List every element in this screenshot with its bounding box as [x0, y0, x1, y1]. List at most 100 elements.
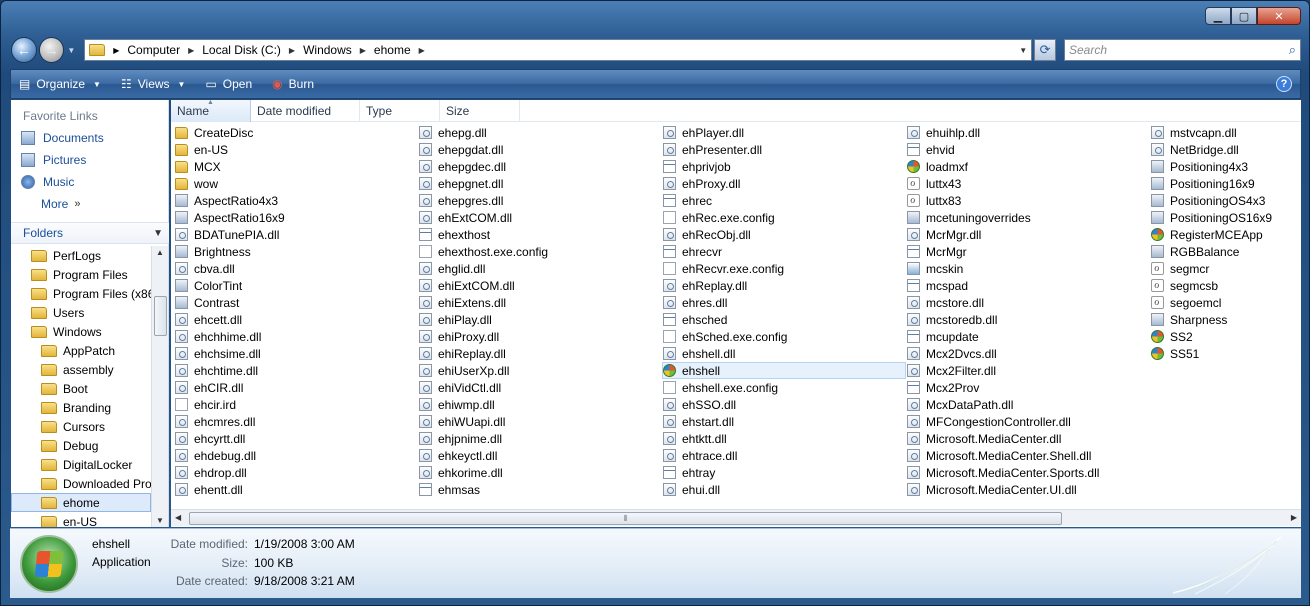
file-item[interactable]: CreateDisc — [175, 124, 419, 141]
file-item[interactable]: ehiProxy.dll — [419, 328, 663, 345]
scroll-right-icon[interactable]: ▶ — [1291, 513, 1297, 522]
file-item[interactable]: PositioningOS16x9 — [1151, 209, 1310, 226]
scrollbar-thumb[interactable]: ⦀ — [189, 512, 1062, 525]
file-item[interactable]: ehui.dll — [663, 481, 907, 498]
file-item[interactable]: ehtktt.dll — [663, 430, 907, 447]
tree-item-perflogs[interactable]: PerfLogs — [11, 246, 151, 265]
file-item[interactable]: ehcyrtt.dll — [175, 430, 419, 447]
file-item[interactable]: Microsoft.MediaCenter.Sports.dll — [907, 464, 1151, 481]
horizontal-scrollbar[interactable]: ◀ ⦀ ▶ — [171, 509, 1301, 526]
close-button[interactable]: ✕ — [1257, 7, 1301, 25]
address-dropdown[interactable]: ▼ — [1015, 46, 1031, 55]
file-item[interactable]: ehRecvr.exe.config — [663, 260, 907, 277]
file-item[interactable]: ehepgdat.dll — [419, 141, 663, 158]
file-item[interactable]: ehexthost — [419, 226, 663, 243]
file-item[interactable]: ehglid.dll — [419, 260, 663, 277]
tree-item-program-files[interactable]: Program Files — [11, 265, 151, 284]
file-item[interactable]: McrMgr — [907, 243, 1151, 260]
file-item[interactable]: luttx83 — [907, 192, 1151, 209]
file-item[interactable]: ehtray — [663, 464, 907, 481]
file-item[interactable]: segoemcl — [1151, 294, 1310, 311]
file-item[interactable]: mcupdate — [907, 328, 1151, 345]
file-item[interactable]: ehrec — [663, 192, 907, 209]
file-item[interactable]: ColorTint — [175, 277, 419, 294]
file-item[interactable]: ehshell.dll — [663, 345, 907, 362]
file-item[interactable]: Mcx2Filter.dll — [907, 362, 1151, 379]
file-item[interactable]: ehkeyctl.dll — [419, 447, 663, 464]
file-item[interactable]: ehiVidCtl.dll — [419, 379, 663, 396]
file-item[interactable]: ehSSO.dll — [663, 396, 907, 413]
breadcrumb-separator[interactable]: ▶ — [419, 46, 433, 55]
breadcrumb-windows[interactable]: Windows — [303, 43, 352, 57]
column-header-name[interactable]: ▲ Name — [171, 99, 251, 122]
breadcrumb-separator[interactable]: ▶ — [188, 46, 202, 55]
file-item[interactable]: ehstart.dll — [663, 413, 907, 430]
file-item[interactable]: Microsoft.MediaCenter.dll — [907, 430, 1151, 447]
more-links-button[interactable]: More » — [11, 193, 168, 215]
file-item[interactable]: ehRecObj.dll — [663, 226, 907, 243]
breadcrumb-separator[interactable]: ▶ — [360, 46, 374, 55]
file-item[interactable]: ehepgres.dll — [419, 192, 663, 209]
file-item[interactable]: ehsched — [663, 311, 907, 328]
file-item[interactable]: SS51 — [1151, 345, 1310, 362]
file-item[interactable]: Mcx2Dvcs.dll — [907, 345, 1151, 362]
file-item[interactable]: RGBBalance — [1151, 243, 1310, 260]
file-item[interactable]: ehiWUapi.dll — [419, 413, 663, 430]
file-item[interactable]: mcstoredb.dll — [907, 311, 1151, 328]
minimize-button[interactable]: ▁ — [1205, 7, 1231, 25]
file-item[interactable]: segmcsb — [1151, 277, 1310, 294]
file-item[interactable]: ehcett.dll — [175, 311, 419, 328]
help-icon[interactable]: ? — [1276, 76, 1292, 92]
tree-item-apppatch[interactable]: AppPatch — [11, 341, 151, 360]
scroll-left-icon[interactable]: ◀ — [175, 513, 181, 522]
breadcrumb-computer[interactable]: Computer — [127, 43, 180, 57]
file-item[interactable]: ehdrop.dll — [175, 464, 419, 481]
tree-item-ehome[interactable]: ehome — [11, 493, 151, 512]
back-button[interactable]: ← — [11, 37, 37, 63]
file-item[interactable]: ehPresenter.dll — [663, 141, 907, 158]
forward-button[interactable]: → — [38, 37, 65, 63]
file-item[interactable]: Positioning4x3 — [1151, 158, 1310, 175]
file-item[interactable]: ehres.dll — [663, 294, 907, 311]
file-item[interactable]: ehcir.ird — [175, 396, 419, 413]
file-item[interactable]: ehvid — [907, 141, 1151, 158]
file-item[interactable]: McxDataPath.dll — [907, 396, 1151, 413]
file-item[interactable]: ehcmres.dll — [175, 413, 419, 430]
file-item[interactable]: ehprivjob — [663, 158, 907, 175]
column-header-date-modified[interactable]: Date modified — [251, 100, 360, 122]
file-item[interactable]: Brightness — [175, 243, 419, 260]
recent-pages-dropdown[interactable]: ▼ — [64, 46, 78, 55]
address-bar[interactable]: ▶ Computer ▶ Local Disk (C:) ▶ Windows ▶… — [84, 39, 1033, 61]
file-item[interactable]: ehexthost.exe.config — [419, 243, 663, 260]
file-item[interactable]: ehRec.exe.config — [663, 209, 907, 226]
file-item[interactable]: ehiReplay.dll — [419, 345, 663, 362]
search-input[interactable]: Search ⌕ — [1063, 39, 1302, 61]
file-item[interactable]: ehProxy.dll — [663, 175, 907, 192]
file-item[interactable]: ehmsas — [419, 481, 663, 498]
tree-scrollbar[interactable]: ▲ ▼ — [151, 246, 168, 527]
file-item[interactable]: ehiPlay.dll — [419, 311, 663, 328]
tree-item-assembly[interactable]: assembly — [11, 360, 151, 379]
file-item[interactable]: ehCIR.dll — [175, 379, 419, 396]
tree-item-branding[interactable]: Branding — [11, 398, 151, 417]
file-item[interactable]: ehtrace.dll — [663, 447, 907, 464]
file-item[interactable]: Microsoft.MediaCenter.UI.dll — [907, 481, 1151, 498]
file-item[interactable]: Mcx2Prov — [907, 379, 1151, 396]
tree-item-windows[interactable]: Windows — [11, 322, 151, 341]
file-item[interactable]: segmcr — [1151, 260, 1310, 277]
file-item[interactable]: Positioning16x9 — [1151, 175, 1310, 192]
file-item[interactable]: ehiUserXp.dll — [419, 362, 663, 379]
file-item[interactable]: mcstore.dll — [907, 294, 1151, 311]
tree-item-digitallocker[interactable]: DigitalLocker — [11, 455, 151, 474]
file-item[interactable]: ehPlayer.dll — [663, 124, 907, 141]
file-item[interactable]: cbva.dll — [175, 260, 419, 277]
file-item[interactable]: NetBridge.dll — [1151, 141, 1310, 158]
file-item[interactable]: ehReplay.dll — [663, 277, 907, 294]
file-item[interactable]: ehiwmp.dll — [419, 396, 663, 413]
tree-item-en-us[interactable]: en-US — [11, 512, 151, 527]
organize-button[interactable]: ▤ Organize ▼ — [19, 77, 101, 91]
file-item[interactable]: AspectRatio16x9 — [175, 209, 419, 226]
file-item[interactable]: mstvcapn.dll — [1151, 124, 1310, 141]
file-item[interactable]: SS2 — [1151, 328, 1310, 345]
file-item[interactable]: PositioningOS4x3 — [1151, 192, 1310, 209]
